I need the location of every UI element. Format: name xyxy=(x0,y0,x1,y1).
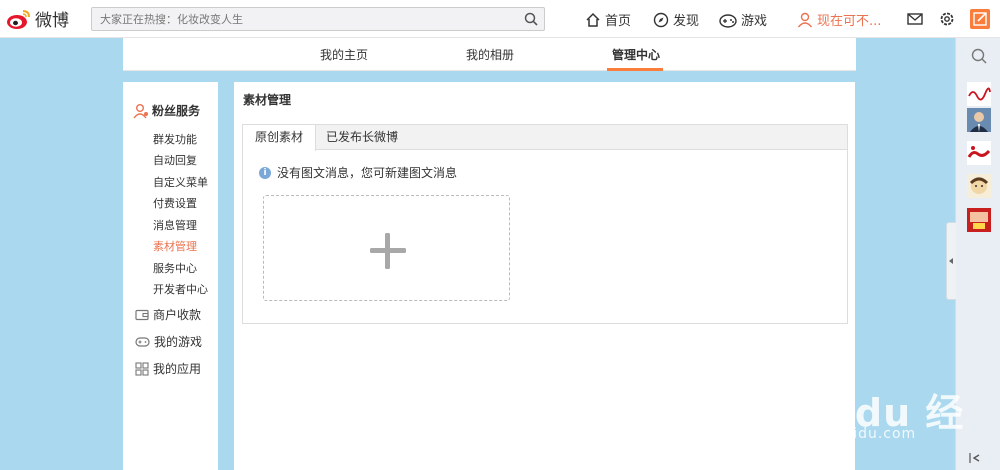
sidebar-my-games-label: 我的游戏 xyxy=(154,335,203,349)
sidebar-item-auto-reply[interactable]: 自动回复 xyxy=(153,152,197,168)
compose-icon[interactable] xyxy=(970,9,990,29)
nav-user-label: 现在可不... xyxy=(817,14,882,29)
weibo-logo[interactable]: 微博 xyxy=(6,6,69,31)
avatar-man-suit[interactable] xyxy=(967,108,991,132)
tab-my-homepage[interactable]: 我的主页 xyxy=(320,46,368,63)
weibo-eye-icon xyxy=(7,9,30,29)
sidebar-merchant-label: 商户收款 xyxy=(153,308,202,322)
person-avatar-icon xyxy=(967,108,991,132)
material-management-panel: 素材管理 原创素材 已发布长微博 i 没有图文消息，您可新建图文消息 xyxy=(234,82,855,470)
collapse-float-bar-button[interactable] xyxy=(946,222,956,300)
plus-icon xyxy=(370,233,406,269)
nav-games-label: 游戏 xyxy=(741,14,768,29)
apps-grid-icon xyxy=(135,361,149,376)
sidebar-group-my-games[interactable]: 我的游戏 xyxy=(135,333,202,350)
mail-icon[interactable] xyxy=(906,10,924,28)
sidebar-item-service-center[interactable]: 服务中心 xyxy=(153,260,197,276)
wallet-icon xyxy=(135,309,149,320)
chevron-left-icon xyxy=(949,258,953,264)
new-article-button[interactable] xyxy=(263,195,510,301)
sidebar-item-payment-settings[interactable]: 付费设置 xyxy=(153,195,197,211)
top-navigation-bar: 微博 首页 发现 游戏 现 xyxy=(0,0,1000,38)
info-icon: i xyxy=(259,166,271,179)
avatar-cartoon[interactable] xyxy=(967,174,991,198)
empty-notice: i 没有图文消息，您可新建图文消息 xyxy=(259,164,457,181)
material-tab-panel: 原创素材 已发布长微博 i 没有图文消息，您可新建图文消息 xyxy=(242,124,848,324)
nav-games[interactable]: 游戏 xyxy=(719,10,767,29)
tab-original-material[interactable]: 原创素材 xyxy=(243,125,317,151)
cartoon-avatar-icon xyxy=(967,174,991,198)
sidebar-item-mass-send[interactable]: 群发功能 xyxy=(153,131,197,147)
sina-logo-icon xyxy=(967,146,991,158)
tab-my-album[interactable]: 我的相册 xyxy=(466,46,514,63)
people-daily-avatar[interactable] xyxy=(967,82,991,106)
avatar-double11[interactable] xyxy=(967,208,991,232)
tab-management-center[interactable]: 管理中心 xyxy=(612,46,660,63)
compass-icon xyxy=(653,12,669,27)
nav-home-label: 首页 xyxy=(605,14,632,29)
user-icon xyxy=(797,12,813,27)
nav-discover[interactable]: 发现 xyxy=(653,10,699,29)
baidu-jingyan-watermark: Bai du 经验 jingyan.baidu.com xyxy=(770,382,1000,470)
sidebar-group-label: 粉丝服务 xyxy=(152,104,201,118)
sidebar-my-apps-label: 我的应用 xyxy=(153,362,202,376)
sidebar-group-my-apps[interactable]: 我的应用 xyxy=(135,360,201,377)
double11-promo-icon xyxy=(967,208,991,232)
search-icon[interactable] xyxy=(969,46,989,66)
brand-name: 微博 xyxy=(35,11,69,31)
management-sidebar: 粉丝服务 群发功能 自动回复 自定义菜单 付费设置 消息管理 素材管理 服务中心… xyxy=(123,82,218,470)
sidebar-group-merchant[interactable]: 商户收款 xyxy=(135,306,201,323)
sidebar-item-developer-center[interactable]: 开发者中心 xyxy=(153,281,208,297)
nav-home[interactable]: 首页 xyxy=(585,10,631,29)
empty-notice-text: 没有图文消息，您可新建图文消息 xyxy=(277,166,458,180)
fans-service-icon xyxy=(133,103,148,118)
tab-published-long-weibo[interactable]: 已发布长微博 xyxy=(314,125,410,150)
material-tabs: 原创素材 已发布长微博 xyxy=(243,125,847,151)
home-icon xyxy=(586,12,600,27)
gear-icon[interactable] xyxy=(938,10,956,28)
nav-discover-label: 发现 xyxy=(673,14,700,29)
sidebar-item-message-management[interactable]: 消息管理 xyxy=(153,217,197,233)
search-input[interactable] xyxy=(92,8,512,30)
watermark-url: jingyan.baidu.com xyxy=(770,426,917,442)
gamepad-icon xyxy=(135,336,150,347)
search-box[interactable] xyxy=(91,7,545,31)
gamepad-icon xyxy=(719,13,737,28)
active-tab-indicator xyxy=(607,68,663,71)
sidebar-group-fans-service[interactable]: 粉丝服务 xyxy=(133,102,200,119)
search-icon[interactable] xyxy=(524,12,538,26)
sidebar-item-material-management[interactable]: 素材管理 xyxy=(153,238,197,254)
people-daily-logo-icon xyxy=(968,87,991,101)
profile-tabs: 我的主页 我的相册 管理中心 xyxy=(123,38,856,71)
page-title: 素材管理 xyxy=(243,93,292,107)
sina-avatar[interactable] xyxy=(967,141,991,165)
nav-user-profile[interactable]: 现在可不... xyxy=(797,10,881,29)
sidebar-item-custom-menu[interactable]: 自定义菜单 xyxy=(153,174,208,190)
